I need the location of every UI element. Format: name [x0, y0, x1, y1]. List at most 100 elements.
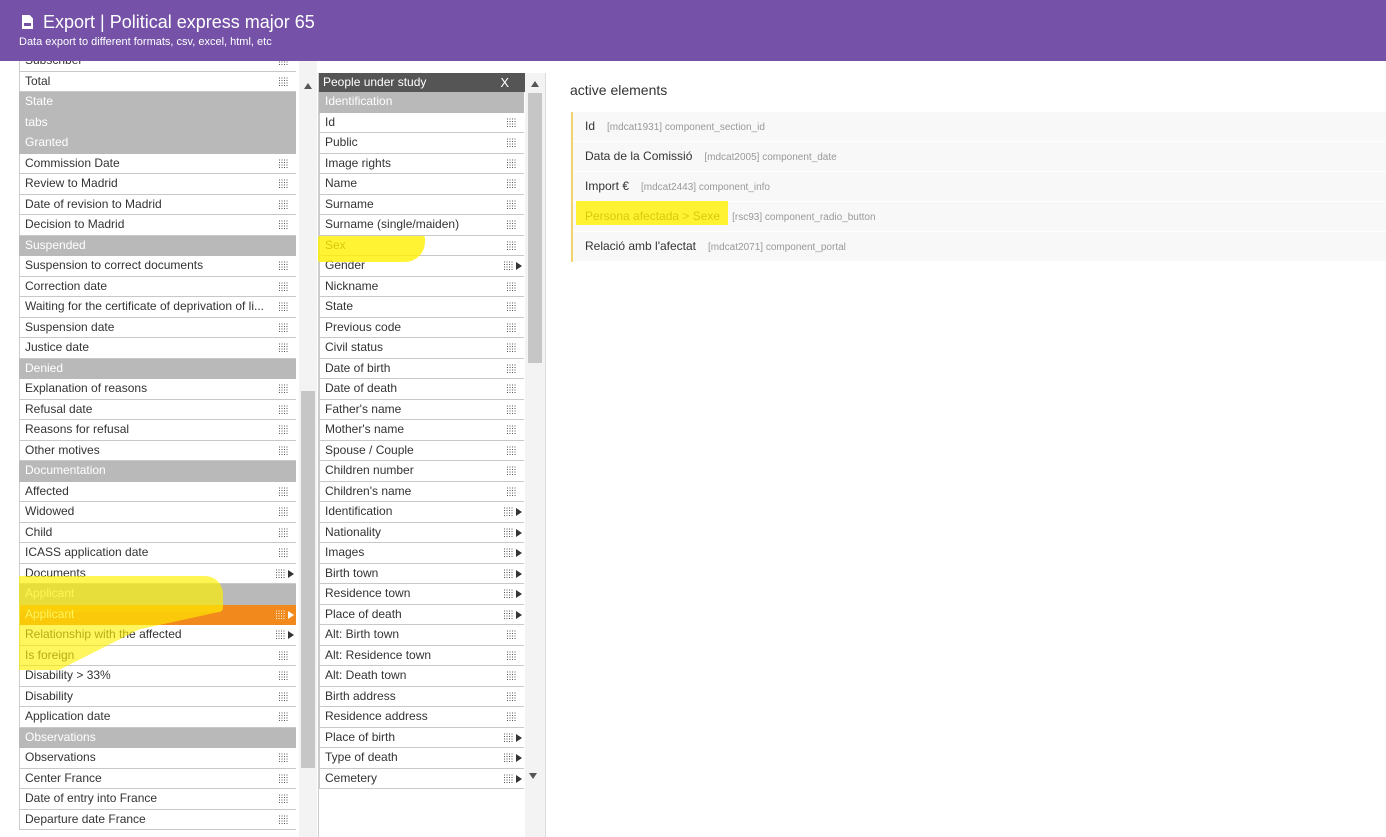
drag-grid-icon[interactable] — [507, 630, 517, 639]
drag-grid-icon[interactable] — [279, 794, 289, 803]
field-item-id[interactable]: Id — [319, 112, 524, 133]
field-item-affected[interactable]: Affected — [19, 481, 296, 502]
field-item-cemetery[interactable]: Cemetery — [319, 768, 524, 789]
drag-grid-icon[interactable] — [279, 404, 289, 414]
drag-grid-icon[interactable] — [279, 281, 289, 291]
drag-grid-icon[interactable] — [507, 179, 517, 188]
drag-grid-icon[interactable] — [507, 240, 517, 250]
field-item-identification[interactable]: Identification — [319, 502, 524, 523]
expand-arrow-icon[interactable] — [516, 754, 522, 762]
drag-grid-icon[interactable] — [507, 712, 517, 721]
drag-grid-icon[interactable] — [279, 650, 289, 660]
drag-grid-icon[interactable] — [507, 322, 517, 332]
field-item-public[interactable]: Public — [319, 133, 524, 154]
drag-grid-icon[interactable] — [507, 671, 517, 680]
drag-grid-icon[interactable] — [279, 322, 289, 332]
drag-grid-icon[interactable] — [507, 138, 517, 147]
drag-grid-icon[interactable] — [279, 548, 289, 557]
field-item-child[interactable]: Child — [19, 522, 296, 543]
field-item-father-s-name[interactable]: Father's name — [319, 399, 524, 420]
drag-grid-icon[interactable] — [279, 384, 289, 393]
field-item-children-number[interactable]: Children number — [319, 461, 524, 482]
field-item-date-of-birth[interactable]: Date of birth — [319, 358, 524, 379]
expand-arrow-icon[interactable] — [516, 508, 522, 516]
expand-arrow-icon[interactable] — [516, 262, 522, 270]
field-item-application-date[interactable]: Application date — [19, 707, 296, 728]
drag-grid-icon[interactable] — [504, 548, 514, 557]
drag-grid-icon[interactable] — [504, 261, 514, 270]
expand-arrow-icon[interactable] — [288, 610, 294, 619]
field-item-subscriber[interactable]: Subscriber — [19, 61, 296, 72]
field-item-date-of-revision-to-madrid[interactable]: Date of revision to Madrid — [19, 194, 296, 215]
field-item-suspension-to-correct-documents[interactable]: Suspension to correct documents — [19, 256, 296, 277]
field-item-waiting-for-the-certificate-of-deprivation-of-li[interactable]: Waiting for the certificate of deprivati… — [19, 297, 296, 318]
field-item-reasons-for-refusal[interactable]: Reasons for refusal — [19, 420, 296, 441]
field-item-suspension-date[interactable]: Suspension date — [19, 317, 296, 338]
left-scrollbar[interactable] — [299, 61, 317, 837]
field-item-decision-to-madrid[interactable]: Decision to Madrid — [19, 215, 296, 236]
field-item-alt-birth-town[interactable]: Alt: Birth town — [319, 625, 524, 646]
field-item-center-france[interactable]: Center France — [19, 768, 296, 789]
drag-grid-icon[interactable] — [279, 76, 289, 86]
field-item-place-of-death[interactable]: Place of death — [319, 604, 524, 625]
drag-grid-icon[interactable] — [276, 568, 286, 578]
drag-grid-icon[interactable] — [504, 773, 514, 783]
field-item-refusal-date[interactable]: Refusal date — [19, 399, 296, 420]
drag-grid-icon[interactable] — [504, 589, 514, 598]
expand-arrow-icon[interactable] — [288, 569, 294, 578]
drag-grid-icon[interactable] — [279, 343, 289, 352]
field-item-birth-address[interactable]: Birth address — [319, 686, 524, 707]
drag-grid-icon[interactable] — [279, 527, 289, 537]
close-panel-button[interactable]: X — [500, 73, 509, 92]
middle-scrollbar[interactable] — [525, 73, 546, 837]
drag-grid-icon[interactable] — [504, 568, 514, 578]
drag-grid-icon[interactable] — [279, 691, 289, 701]
expand-arrow-icon[interactable] — [516, 549, 522, 557]
drag-grid-icon[interactable] — [507, 220, 517, 229]
drag-grid-icon[interactable] — [279, 302, 289, 311]
active-element-relaci-amb-l-afectat[interactable]: Relació amb l'afectat [mdcat2071] compone… — [573, 232, 1386, 262]
field-item-previous-code[interactable]: Previous code — [319, 317, 524, 338]
expand-arrow-icon[interactable] — [516, 590, 522, 598]
drag-grid-icon[interactable] — [279, 179, 289, 188]
field-item-date-of-death[interactable]: Date of death — [319, 379, 524, 400]
drag-grid-icon[interactable] — [507, 117, 517, 127]
field-item-state[interactable]: State — [319, 297, 524, 318]
drag-grid-icon[interactable] — [504, 609, 514, 619]
drag-grid-icon[interactable] — [507, 158, 517, 168]
drag-grid-icon[interactable] — [279, 486, 289, 496]
drag-grid-icon[interactable] — [507, 343, 517, 352]
scroll-up-icon[interactable] — [531, 81, 539, 87]
drag-grid-icon[interactable] — [507, 363, 517, 373]
field-item-surname-single-maiden[interactable]: Surname (single/maiden) — [319, 215, 524, 236]
drag-grid-icon[interactable] — [279, 425, 289, 434]
drag-grid-icon[interactable] — [279, 199, 289, 209]
drag-grid-icon[interactable] — [279, 261, 289, 270]
field-item-date-of-entry-into-france[interactable]: Date of entry into France — [19, 789, 296, 810]
drag-grid-icon[interactable] — [504, 507, 514, 516]
active-element-data-de-la-comissi[interactable]: Data de la Comissió [mdcat2005] component… — [573, 142, 1386, 172]
field-item-name[interactable]: Name — [319, 174, 524, 195]
field-item-type-of-death[interactable]: Type of death — [319, 748, 524, 769]
expand-arrow-icon[interactable] — [516, 610, 522, 619]
field-item-departure-date-france[interactable]: Departure date France — [19, 809, 296, 830]
drag-grid-icon[interactable] — [507, 384, 517, 393]
field-item-justice-date[interactable]: Justice date — [19, 338, 296, 359]
field-item-widowed[interactable]: Widowed — [19, 502, 296, 523]
drag-grid-icon[interactable] — [279, 712, 289, 721]
drag-grid-icon[interactable] — [507, 199, 517, 209]
drag-grid-icon[interactable] — [507, 691, 517, 701]
drag-grid-icon[interactable] — [507, 302, 517, 311]
drag-grid-icon[interactable] — [504, 753, 514, 762]
scroll-up-icon[interactable] — [304, 83, 312, 89]
field-item-birth-town[interactable]: Birth town — [319, 563, 524, 584]
field-item-icass-application-date[interactable]: ICASS application date — [19, 543, 296, 564]
field-item-nationality[interactable]: Nationality — [319, 522, 524, 543]
drag-grid-icon[interactable] — [279, 61, 289, 65]
drag-grid-icon[interactable] — [276, 609, 286, 619]
drag-grid-icon[interactable] — [507, 650, 517, 660]
drag-grid-icon[interactable] — [504, 527, 514, 537]
drag-grid-icon[interactable] — [279, 753, 289, 762]
field-item-alt-residence-town[interactable]: Alt: Residence town — [319, 645, 524, 666]
drag-grid-icon[interactable] — [276, 630, 286, 639]
